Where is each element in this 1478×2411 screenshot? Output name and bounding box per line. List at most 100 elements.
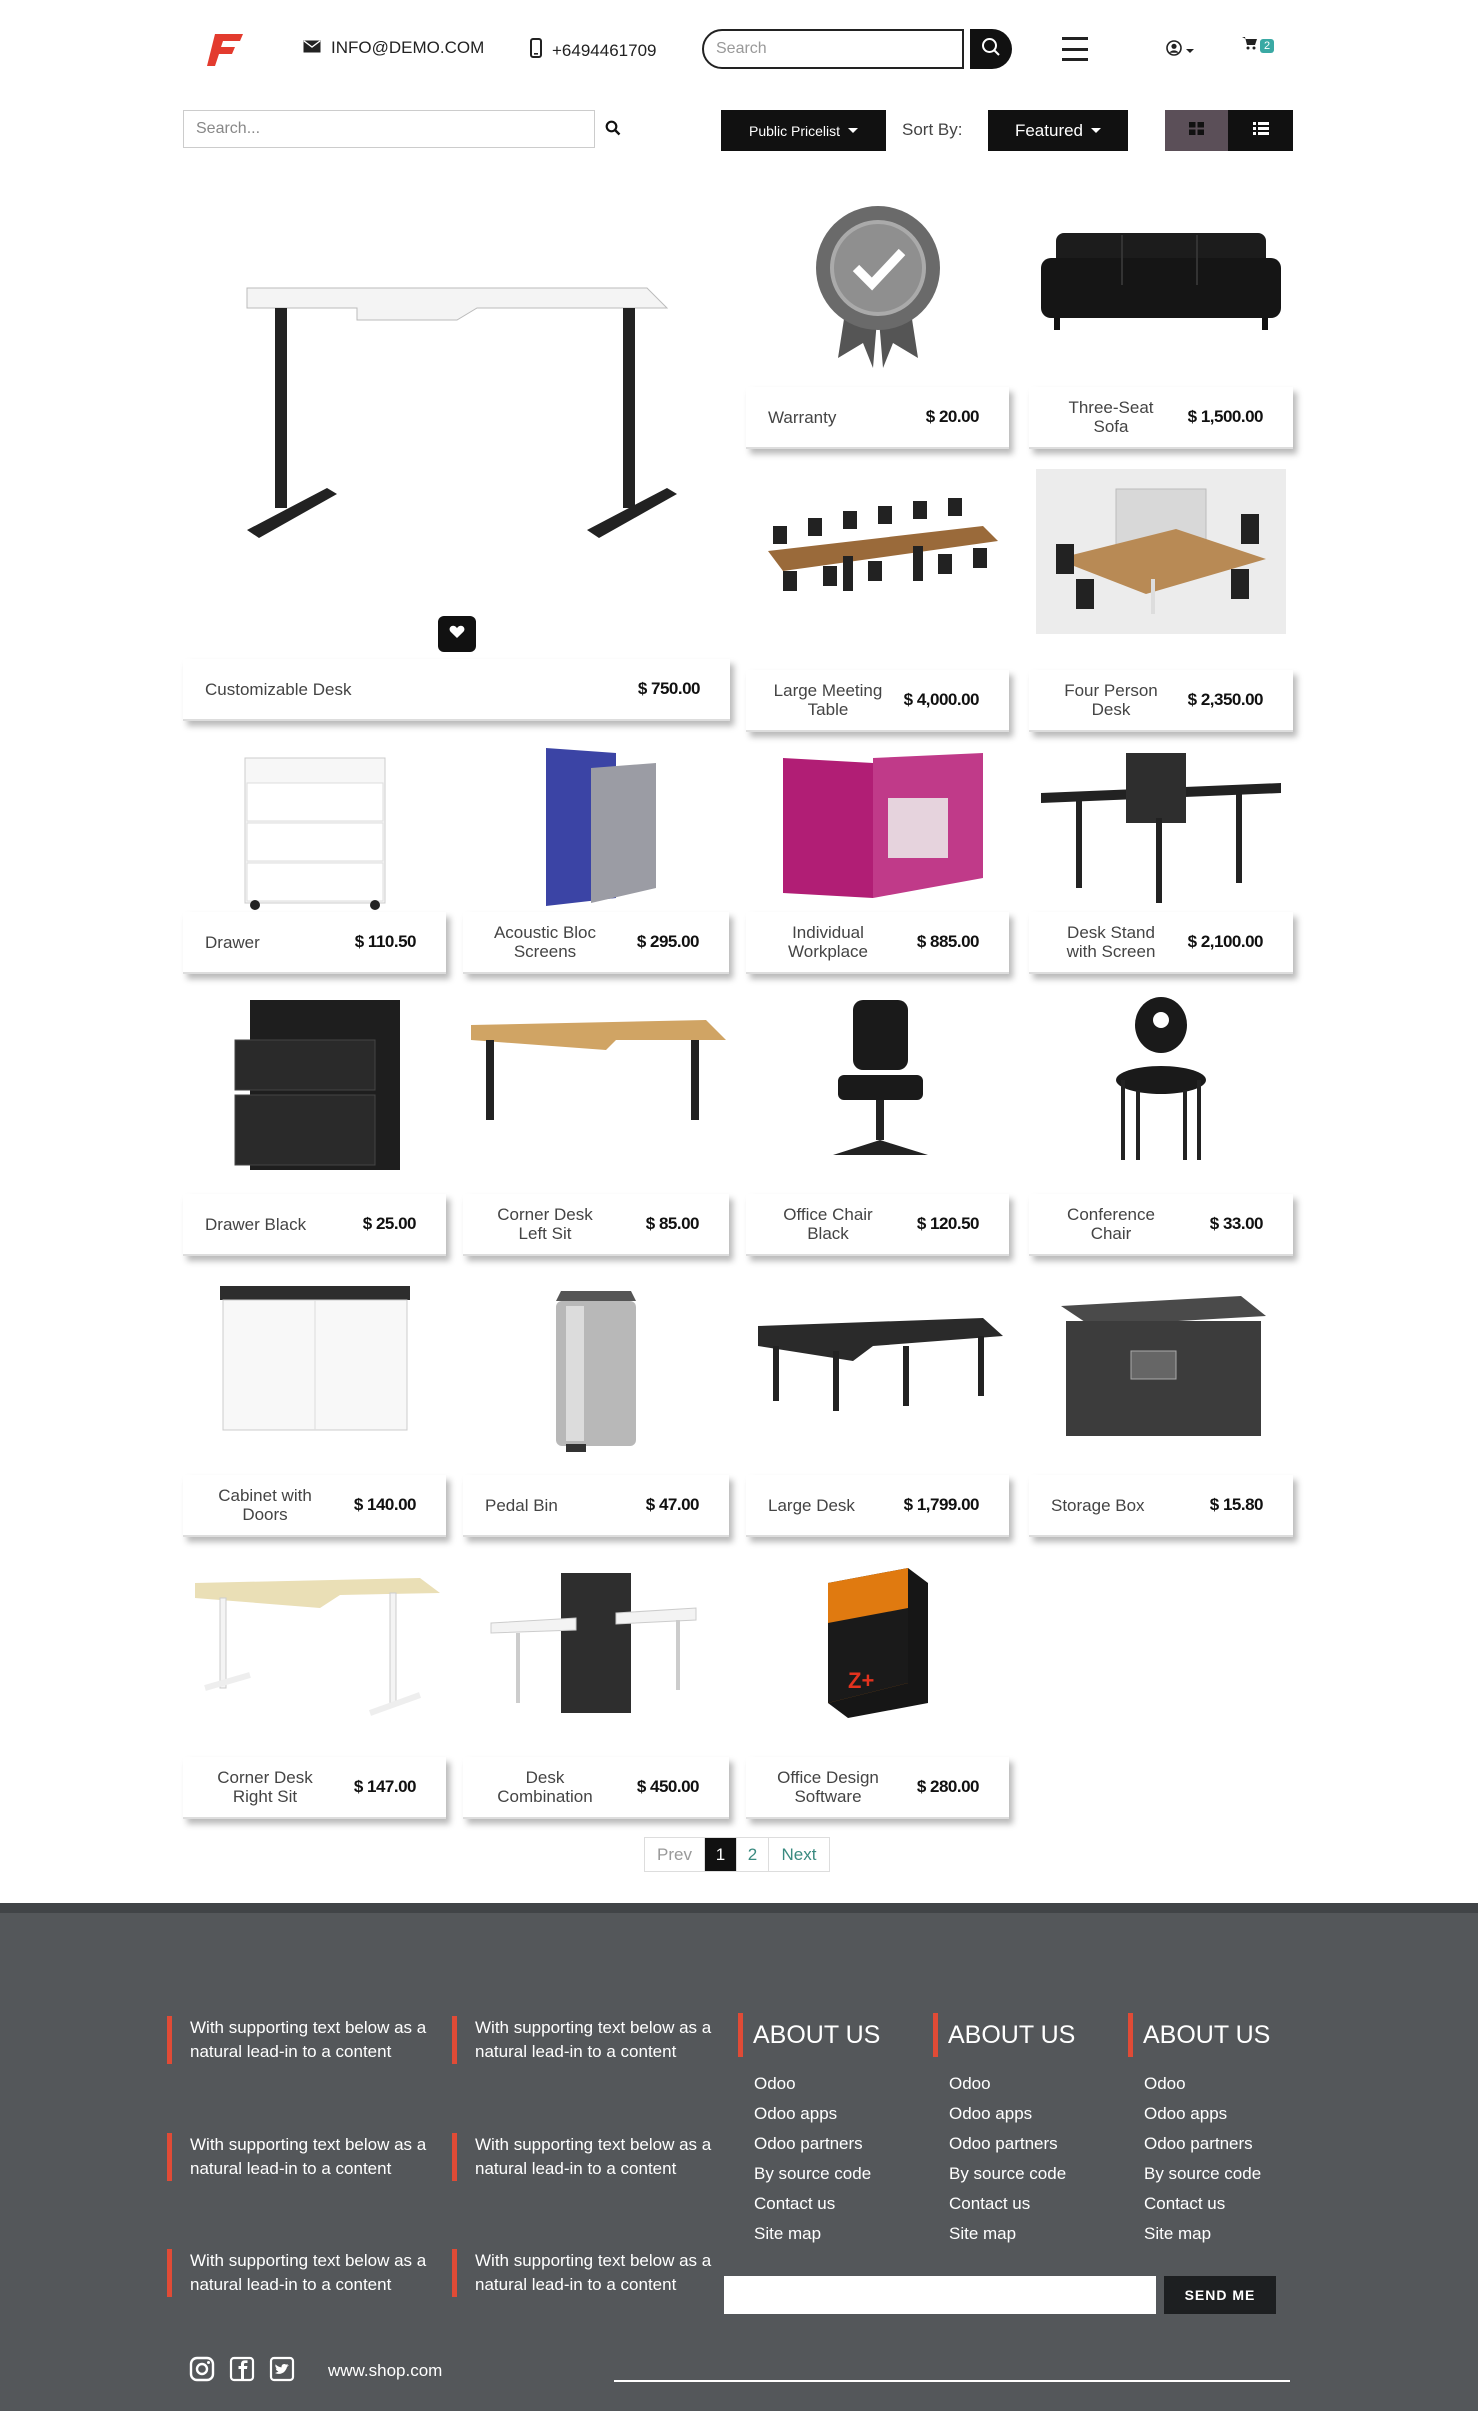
product-card[interactable]: Acoustic Bloc Screens $ 295.00: [463, 748, 729, 974]
product-card[interactable]: Large Meeting Table $ 4,000.00: [746, 466, 1009, 732]
product-card[interactable]: Z+ Office Design Software $ 280.00: [746, 1553, 1009, 1819]
footer-link-odoo-partners[interactable]: Odoo partners: [949, 2134, 1066, 2154]
product-name[interactable]: Large Meeting Table: [768, 681, 888, 719]
header-email[interactable]: INFO@DEMO.COM: [303, 38, 484, 58]
footer-link-site-map[interactable]: Site map: [949, 2224, 1066, 2244]
product-image[interactable]: [463, 1271, 729, 1461]
product-image[interactable]: [463, 1553, 729, 1733]
product-name[interactable]: Four Person Desk: [1051, 681, 1171, 719]
product-image[interactable]: [1029, 183, 1293, 373]
product-image[interactable]: Z+: [746, 1553, 1009, 1733]
product-image[interactable]: [1029, 466, 1293, 636]
product-image[interactable]: [746, 1271, 1009, 1451]
product-card[interactable]: Large Desk $ 1,799.00: [746, 1271, 1009, 1537]
product-name[interactable]: Pedal Bin: [485, 1496, 558, 1515]
list-view-toggle[interactable]: [1228, 110, 1293, 151]
wishlist-heart-button[interactable]: [438, 616, 476, 652]
brand-logo[interactable]: [207, 30, 247, 70]
product-search-input[interactable]: Search...: [183, 110, 595, 148]
product-card[interactable]: Warranty $ 20.00: [746, 183, 1009, 449]
pager-page-2[interactable]: 2: [737, 1838, 769, 1871]
product-image[interactable]: [1029, 990, 1293, 1170]
product-name[interactable]: Individual Workplace: [768, 923, 888, 961]
footer-link-odoo[interactable]: Odoo: [949, 2074, 1066, 2094]
product-card[interactable]: Desk Combination $ 450.00: [463, 1553, 729, 1819]
product-name[interactable]: Office Design Software: [768, 1768, 888, 1806]
footer-link-contact[interactable]: Contact us: [949, 2194, 1066, 2214]
product-image[interactable]: [183, 1271, 446, 1451]
product-image[interactable]: [1029, 748, 1293, 908]
footer-link-odoo-apps[interactable]: Odoo apps: [949, 2104, 1066, 2124]
product-name[interactable]: Customizable Desk: [205, 680, 351, 699]
footer-link-source-code[interactable]: By source code: [1144, 2164, 1261, 2184]
header-search-input[interactable]: Search: [702, 29, 964, 69]
menu-hamburger-icon[interactable]: [1062, 37, 1088, 61]
product-card[interactable]: Desk Stand with Screen $ 2,100.00: [1029, 748, 1293, 974]
grid-view-toggle[interactable]: [1165, 110, 1228, 151]
cart-button[interactable]: 2: [1242, 36, 1275, 55]
product-name[interactable]: Corner Desk Right Sit: [205, 1768, 325, 1806]
footer-link-odoo-apps[interactable]: Odoo apps: [1144, 2104, 1261, 2124]
product-card[interactable]: Four Person Desk $ 2,350.00: [1029, 466, 1293, 732]
product-card[interactable]: Three-Seat Sofa $ 1,500.00: [1029, 183, 1293, 449]
product-card[interactable]: Conference Chair $ 33.00: [1029, 990, 1293, 1256]
product-card[interactable]: Storage Box $ 15.80: [1029, 1271, 1293, 1537]
product-image[interactable]: [183, 183, 730, 643]
footer-link-odoo-partners[interactable]: Odoo partners: [754, 2134, 871, 2154]
user-menu[interactable]: [1166, 40, 1194, 61]
product-card[interactable]: Corner Desk Left Sit $ 85.00: [463, 990, 729, 1256]
product-name[interactable]: Cabinet with Doors: [205, 1486, 325, 1524]
product-name[interactable]: Desk Stand with Screen: [1051, 923, 1171, 961]
product-search-icon[interactable]: [605, 120, 621, 141]
product-name[interactable]: Three-Seat Sofa: [1051, 398, 1171, 436]
header-search-button[interactable]: [970, 29, 1012, 69]
product-image[interactable]: [183, 748, 446, 918]
product-image[interactable]: [183, 990, 446, 1180]
product-image[interactable]: [746, 748, 1009, 908]
product-name[interactable]: Desk Combination: [485, 1768, 605, 1806]
pager-page-1[interactable]: 1: [705, 1838, 737, 1871]
footer-link-odoo-apps[interactable]: Odoo apps: [754, 2104, 871, 2124]
sort-dropdown[interactable]: Featured: [988, 110, 1128, 151]
pricelist-dropdown[interactable]: Public Pricelist: [721, 110, 886, 151]
instagram-icon[interactable]: [189, 2356, 215, 2387]
product-image[interactable]: [463, 990, 729, 1140]
product-card[interactable]: Drawer Black $ 25.00: [183, 990, 446, 1256]
footer-link-contact[interactable]: Contact us: [1144, 2194, 1261, 2214]
product-name[interactable]: Large Desk: [768, 1496, 855, 1515]
pager-prev[interactable]: Prev: [645, 1838, 705, 1871]
footer-link-site-map[interactable]: Site map: [754, 2224, 871, 2244]
product-image[interactable]: [746, 183, 1009, 383]
product-name[interactable]: Storage Box: [1051, 1496, 1145, 1515]
header-phone[interactable]: +6494461709: [530, 38, 656, 63]
product-card[interactable]: Individual Workplace $ 885.00: [746, 748, 1009, 974]
facebook-icon[interactable]: [229, 2356, 255, 2387]
product-image[interactable]: [463, 748, 729, 908]
product-image[interactable]: [183, 1553, 446, 1733]
website-url[interactable]: www.shop.com: [328, 2361, 442, 2381]
product-name[interactable]: Drawer: [205, 933, 260, 952]
product-card[interactable]: Office Chair Black $ 120.50: [746, 990, 1009, 1256]
product-name[interactable]: Corner Desk Left Sit: [485, 1205, 605, 1243]
product-card[interactable]: Pedal Bin $ 47.00: [463, 1271, 729, 1537]
footer-link-source-code[interactable]: By source code: [949, 2164, 1066, 2184]
send-me-button[interactable]: SEND ME: [1164, 2276, 1276, 2314]
product-card[interactable]: Corner Desk Right Sit $ 147.00: [183, 1553, 446, 1819]
product-name[interactable]: Drawer Black: [205, 1215, 306, 1234]
product-name[interactable]: Office Chair Black: [768, 1205, 888, 1243]
product-name[interactable]: Warranty: [768, 408, 836, 427]
footer-link-site-map[interactable]: Site map: [1144, 2224, 1261, 2244]
pager-next[interactable]: Next: [769, 1838, 829, 1871]
footer-link-odoo[interactable]: Odoo: [754, 2074, 871, 2094]
footer-link-source-code[interactable]: By source code: [754, 2164, 871, 2184]
footer-link-odoo-partners[interactable]: Odoo partners: [1144, 2134, 1261, 2154]
footer-link-odoo[interactable]: Odoo: [1144, 2074, 1261, 2094]
newsletter-email-input[interactable]: [724, 2276, 1156, 2314]
twitter-icon[interactable]: [269, 2356, 295, 2387]
product-image[interactable]: [746, 990, 1009, 1170]
footer-link-contact[interactable]: Contact us: [754, 2194, 871, 2214]
product-name[interactable]: Acoustic Bloc Screens: [485, 923, 605, 961]
product-image[interactable]: [746, 466, 1009, 636]
product-name[interactable]: Conference Chair: [1051, 1205, 1171, 1243]
product-image[interactable]: [1029, 1271, 1293, 1451]
